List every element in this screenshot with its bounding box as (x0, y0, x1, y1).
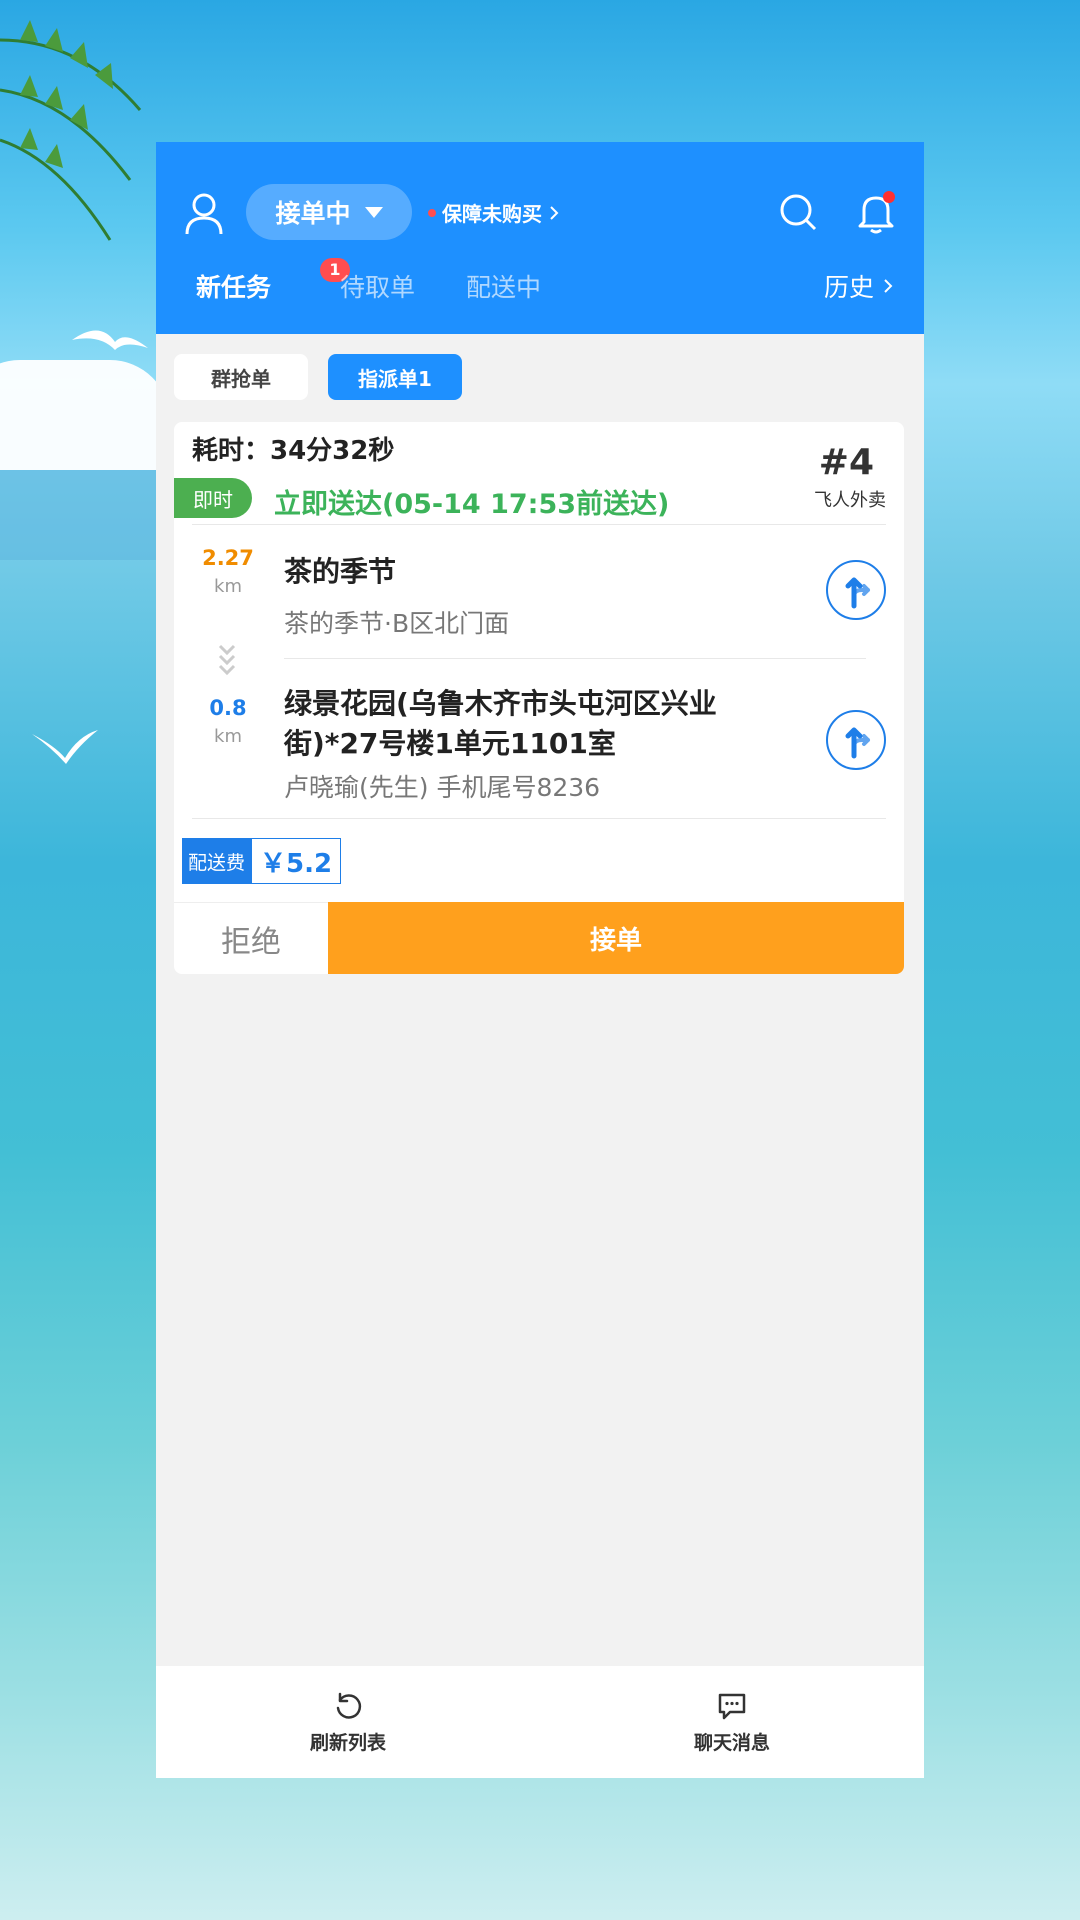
chat-icon (718, 1693, 746, 1719)
divider (192, 818, 886, 819)
user-icon[interactable] (184, 192, 224, 236)
chat-messages-label: 聊天消息 (693, 1731, 770, 1754)
instant-tag: 即时 (174, 478, 252, 518)
dropoff-address-line1: 绿景花园(乌鲁木齐市头屯河区兴业 (284, 687, 717, 720)
cloud-decoration (0, 360, 170, 470)
accept-button[interactable]: 接单 (328, 902, 904, 974)
work-status-dropdown[interactable]: 接单中 (246, 184, 412, 240)
history-link[interactable]: 历史 (824, 268, 894, 304)
pickup-distance-unit: km (214, 576, 242, 597)
order-type-tabs: 群抢单 指派单1 (174, 354, 462, 400)
tab-label: 新任务 (196, 273, 272, 302)
navigate-icon[interactable] (826, 710, 886, 770)
header-top-row: 接单中 保障未购买 (156, 184, 924, 244)
tab-label: 配送中 (466, 273, 542, 302)
bell-icon[interactable] (856, 190, 896, 234)
alert-dot-icon (428, 208, 436, 217)
chevron-right-icon (550, 205, 559, 220)
task-tabs: 新任务 1 待取单 配送中 历史 (156, 258, 924, 318)
work-status-label: 接单中 (275, 199, 351, 228)
insurance-link[interactable]: 保障未购买 (428, 198, 560, 227)
tab-assigned[interactable]: 指派单1 (328, 354, 462, 400)
chevron-down-double-icon (218, 644, 236, 676)
delivery-fee-value: ￥5.2 (251, 838, 342, 884)
dropoff-distance-unit: km (214, 726, 242, 747)
tab-to-pickup[interactable]: 待取单 (340, 268, 415, 304)
dropoff-address-line2: 街)*27号楼1单元1101室 (284, 727, 616, 760)
refresh-icon (336, 1692, 362, 1719)
dropoff-contact: 卢晓瑜(先生) 手机尾号8236 (284, 773, 601, 802)
delivery-fee-label: 配送费 (182, 838, 252, 884)
divider (192, 524, 886, 525)
order-number: #4 (818, 442, 874, 483)
sea-decoration (0, 470, 160, 560)
app-window: 接单中 保障未购买 新任务 1 待取单 配送中 历史 群抢单 指派单1 耗时：3… (156, 142, 924, 1778)
elapsed-time: 耗时：34分32秒 (192, 436, 395, 466)
dropoff-distance-value: 0.8 (209, 696, 247, 720)
insurance-label: 保障未购买 (442, 202, 542, 226)
dropoff-distance: 0.8 km (188, 696, 268, 747)
tab-group-grab[interactable]: 群抢单 (174, 354, 308, 400)
divider (284, 658, 866, 659)
history-label: 历史 (823, 273, 874, 302)
bottom-bar: 刷新列表 聊天消息 (156, 1666, 924, 1778)
pickup-distance: 2.27 km (188, 546, 268, 597)
refresh-list-label: 刷新列表 (309, 1731, 386, 1754)
caret-down-icon (364, 206, 383, 218)
tab-delivering[interactable]: 配送中 (466, 268, 541, 304)
chat-messages-button[interactable]: 聊天消息 (540, 1666, 924, 1778)
header-bar: 接单中 保障未购买 新任务 1 待取单 配送中 历史 (156, 142, 924, 334)
delivery-deadline: 立即送达(05-14 17:53前送达) (274, 489, 670, 520)
chevron-right-icon (884, 279, 893, 293)
pickup-address: 茶的季节·B区北门面 (284, 609, 510, 638)
seagull-icon (72, 330, 148, 350)
refresh-list-button[interactable]: 刷新列表 (156, 1666, 540, 1778)
search-icon[interactable] (778, 192, 818, 232)
pickup-name: 茶的季节 (284, 555, 397, 588)
reject-button[interactable]: 拒绝 (174, 902, 328, 974)
order-card[interactable]: 耗时：34分32秒 #4 飞人外卖 即时 立即送达(05-14 17:53前送达… (174, 422, 904, 974)
delivery-fee: 配送费 ￥5.2 (182, 838, 342, 884)
merchant-name: 飞人外卖 (814, 490, 886, 511)
pickup-distance-value: 2.27 (202, 546, 254, 570)
palm-leaves-decoration (0, 20, 142, 241)
navigate-icon[interactable] (826, 560, 886, 620)
tab-label: 待取单 (340, 273, 416, 302)
tab-new-tasks[interactable]: 新任务 1 (196, 258, 350, 304)
seagull-icon (32, 730, 98, 764)
